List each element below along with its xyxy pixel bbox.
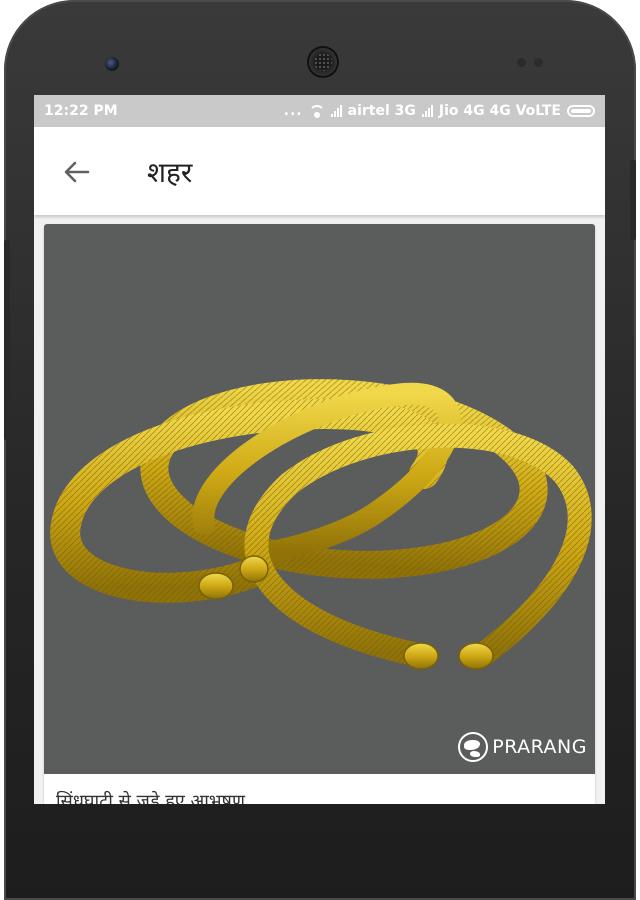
watermark-text: PRARANG bbox=[492, 736, 587, 758]
volume-button bbox=[4, 240, 10, 440]
carrier-1-label: airtel 3G bbox=[347, 103, 416, 119]
status-bar: 12:22 PM ... airtel 3G Jio 4G 4G VoLTE bbox=[34, 95, 605, 127]
arrow-left-icon bbox=[64, 161, 90, 183]
prarang-watermark: PRARANG bbox=[458, 732, 587, 762]
phone-screen: 12:22 PM ... airtel 3G Jio 4G 4G VoLTE श… bbox=[34, 95, 605, 804]
wifi-icon bbox=[308, 105, 325, 118]
battery-icon bbox=[567, 105, 595, 117]
status-time: 12:22 PM bbox=[44, 103, 118, 119]
back-button[interactable] bbox=[60, 155, 94, 189]
front-camera-icon bbox=[105, 57, 119, 71]
earpiece-speaker bbox=[307, 46, 339, 78]
notification-dots: ... bbox=[283, 103, 303, 119]
signal-icon bbox=[421, 105, 433, 117]
globe-logo-icon bbox=[458, 732, 489, 762]
carrier-2-label: Jio 4G 4G VoLTE bbox=[438, 103, 561, 119]
signal-icon bbox=[330, 105, 342, 117]
article-caption[interactable]: सिंधघाटी से जुड़े हुए आभूषण bbox=[56, 789, 245, 804]
article-image[interactable]: PRARANG bbox=[44, 224, 595, 774]
article-card[interactable]: PRARANG सिंधघाटी से जुड़े हुए आभूषण bbox=[44, 224, 595, 804]
bangles-illustration bbox=[50, 379, 592, 670]
light-sensor bbox=[534, 58, 543, 67]
status-indicators: ... airtel 3G Jio 4G 4G VoLTE bbox=[284, 103, 595, 119]
page-title: शहर bbox=[147, 156, 193, 189]
proximity-sensor bbox=[517, 58, 526, 67]
power-button bbox=[630, 160, 636, 240]
app-bar: शहर bbox=[34, 127, 605, 215]
